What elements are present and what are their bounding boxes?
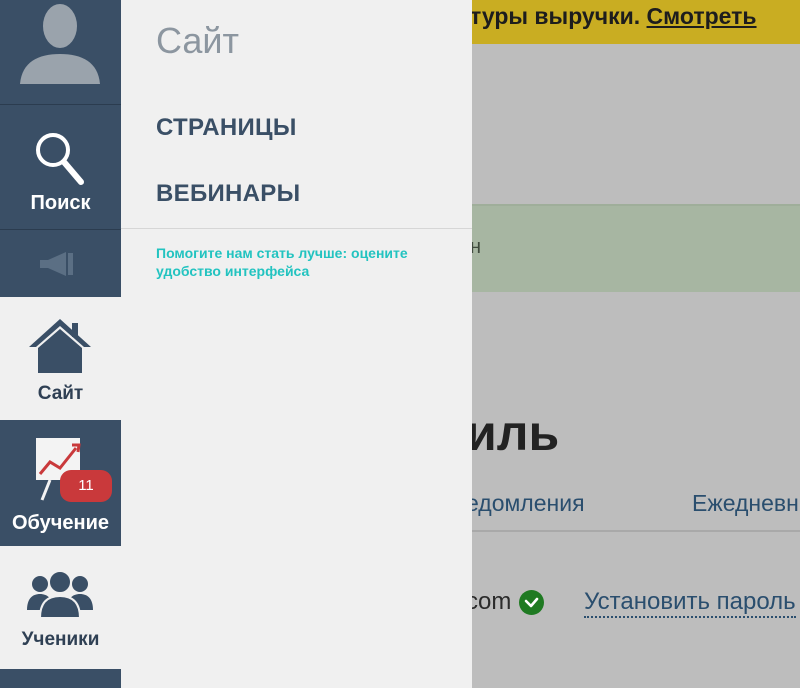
email-value: com (466, 588, 512, 615)
avatar-icon (18, 0, 102, 84)
user-avatar[interactable] (0, 0, 121, 105)
promo-banner-message: туры выручки. (470, 3, 647, 29)
sidebar-item-label: Поиск (30, 192, 91, 214)
tabs-divider (466, 530, 800, 532)
verified-check-icon (519, 590, 544, 615)
sidebar-item-site[interactable]: Сайт (0, 297, 121, 420)
tab-daily[interactable]: Ежедневн (692, 490, 799, 517)
sidebar-item-label: Обучение (11, 512, 109, 534)
notification-badge: 11 (60, 470, 112, 502)
sidebar-rail: Поиск Сайт Обучение Ученики 11 (0, 0, 121, 688)
feedback-link[interactable]: Помогите нам стать лучше: оцените удобст… (156, 244, 456, 280)
set-password-link[interactable]: Установить пароль (584, 588, 796, 618)
search-icon (36, 133, 84, 185)
webinars-link[interactable]: ВЕБИНАРЫ (156, 180, 300, 208)
sidebar-item-label: Ученики (21, 629, 100, 650)
site-flyout-panel: Сайт СТРАНИЦЫ ВЕБИНАРЫ Помогите нам стат… (121, 0, 472, 688)
users-group-icon (27, 570, 93, 619)
promo-banner-link[interactable]: Смотреть (647, 3, 757, 29)
sidebar-item-more[interactable] (0, 669, 121, 688)
profile-heading: иль (466, 405, 560, 461)
pages-link[interactable]: СТРАНИЦЫ (156, 114, 297, 142)
home-icon (29, 319, 91, 373)
tab-notifications[interactable]: едомления (466, 490, 585, 517)
promo-banner-text: туры выручки. Смотреть (470, 3, 757, 30)
sidebar-item-sound[interactable] (0, 231, 121, 297)
sidebar-item-students[interactable]: Ученики (0, 546, 121, 669)
sidebar-item-label: Сайт (37, 383, 84, 404)
megaphone-icon (40, 252, 73, 276)
panel-title: Сайт (156, 20, 240, 61)
panel-divider (121, 228, 472, 229)
sidebar-item-search[interactable]: Поиск (0, 106, 121, 230)
